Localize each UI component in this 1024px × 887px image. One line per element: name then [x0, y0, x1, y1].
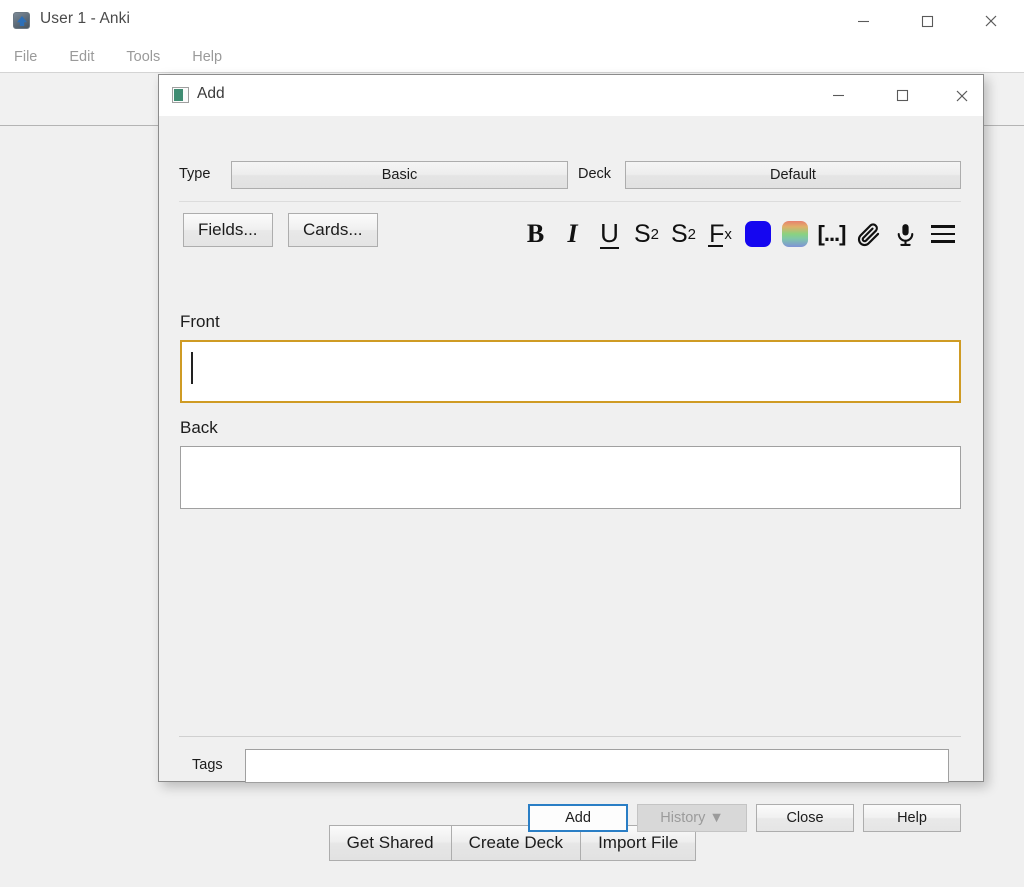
hamburger-line [930, 225, 955, 228]
close-button[interactable]: Close [756, 804, 854, 832]
subscript-base: S [670, 219, 688, 248]
close-icon[interactable] [968, 0, 1014, 42]
underline-icon[interactable]: U [591, 214, 628, 254]
superscript-base: S [633, 219, 651, 248]
back-field-label: Back [180, 418, 218, 437]
cloze-deletion-icon[interactable]: [...] [813, 214, 850, 254]
front-field-label: Front [180, 312, 220, 331]
text-color-icon[interactable] [739, 214, 776, 254]
superscript-exponent: 2 [650, 225, 660, 243]
maximize-icon[interactable] [904, 0, 950, 42]
menu-item-tools[interactable]: Tools [126, 46, 174, 68]
menu-item-help[interactable]: Help [192, 46, 236, 68]
menu-item-edit[interactable]: Edit [69, 46, 108, 68]
dialog-action-buttons: Add History ▼ Close Help [528, 804, 961, 832]
notetype-label: Type [179, 166, 211, 182]
text-color-swatch [744, 221, 771, 247]
tags-label: Tags [192, 757, 223, 773]
color-picker-icon[interactable] [776, 214, 813, 254]
subscript-icon[interactable]: S2 [665, 214, 702, 254]
help-button[interactable]: Help [863, 804, 961, 832]
get-shared-button[interactable]: Get Shared [328, 825, 452, 861]
subscript-index: 2 [687, 225, 697, 243]
deck-label: Deck [578, 166, 612, 182]
underline-glyph: U [600, 217, 619, 249]
remove-formatting-icon[interactable]: Fx [702, 214, 739, 254]
main-window-title: User 1 - Anki [40, 10, 131, 27]
bold-icon[interactable]: B [517, 214, 554, 254]
anki-icon [13, 12, 30, 29]
remove-formatting-sub: x [724, 225, 732, 243]
color-picker-swatch [781, 221, 808, 247]
italic-icon[interactable]: I [554, 214, 591, 254]
add-dialog-titlebar: Add [159, 75, 983, 116]
hamburger-line [930, 240, 955, 243]
history-button[interactable]: History ▼ [637, 804, 747, 832]
cards-button[interactable]: Cards... [288, 213, 378, 247]
back-field-input[interactable] [180, 446, 961, 509]
fields-button[interactable]: Fields... [183, 213, 273, 247]
add-dialog-title: Add [197, 85, 225, 102]
note-icon [172, 87, 189, 103]
deck-selector[interactable]: Default [625, 161, 961, 189]
remove-formatting-base: F [708, 219, 725, 248]
attach-media-icon[interactable] [850, 214, 887, 254]
tags-row: Tags [179, 749, 961, 783]
hamburger-line [930, 232, 955, 236]
notetype-deck-row: Type Basic Deck Default [179, 161, 961, 189]
main-window-titlebar: User 1 - Anki [0, 0, 1024, 42]
divider-bottom [179, 736, 961, 737]
close-icon[interactable] [939, 75, 985, 116]
text-caret [191, 352, 193, 384]
minimize-icon[interactable] [815, 75, 861, 116]
add-button[interactable]: Add [528, 804, 628, 832]
maximize-icon[interactable] [879, 75, 925, 116]
notetype-selector[interactable]: Basic [231, 161, 568, 189]
front-field-input[interactable] [180, 340, 961, 403]
divider-top [179, 201, 961, 202]
tags-input[interactable] [245, 749, 949, 783]
superscript-icon[interactable]: S2 [628, 214, 665, 254]
minimize-icon[interactable] [840, 0, 886, 42]
menu-item-file[interactable]: File [14, 46, 51, 68]
formatting-toolbar: B I U S2 S2 Fx [...] [517, 214, 961, 254]
more-options-icon[interactable] [924, 214, 961, 254]
record-audio-icon[interactable] [887, 214, 924, 254]
main-menubar: File Edit Tools Help [0, 42, 1024, 72]
editor-toolbar: Fields... Cards... B I U S2 S2 Fx [...] [179, 213, 961, 257]
add-dialog-content: Type Basic Deck Default Fields... Cards.… [159, 116, 983, 832]
add-note-dialog: Add Type Basic Deck Default Fields... Ca… [158, 74, 984, 832]
